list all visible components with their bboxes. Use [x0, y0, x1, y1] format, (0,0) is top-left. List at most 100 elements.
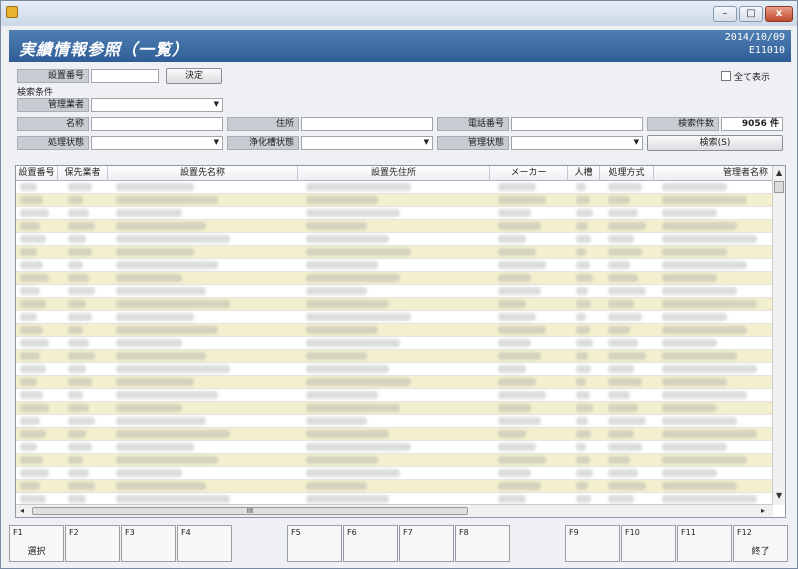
table-row[interactable] — [16, 428, 773, 441]
table-cell — [576, 326, 590, 334]
table-cell — [20, 391, 43, 399]
search-button[interactable]: 検索(S) — [647, 135, 783, 151]
table-row[interactable] — [16, 272, 773, 285]
col-header[interactable]: メーカー — [490, 166, 568, 181]
table-row[interactable] — [16, 311, 773, 324]
table-cell — [20, 378, 37, 386]
fkey-f10[interactable]: F10 — [621, 525, 676, 562]
table-cell — [306, 222, 367, 230]
maximize-button[interactable]: □ — [739, 6, 763, 22]
table-cell — [498, 404, 531, 412]
table-cell — [116, 287, 206, 295]
fkey-f3[interactable]: F3 — [121, 525, 176, 562]
table-cell — [608, 404, 638, 412]
fkey-f9[interactable]: F9 — [565, 525, 620, 562]
table-cell — [662, 287, 737, 295]
phone-input[interactable] — [511, 117, 643, 131]
horizontal-scroll-thumb[interactable]: III — [32, 507, 468, 515]
fkey-f12[interactable]: F12 終了 — [733, 525, 788, 562]
table-row[interactable] — [16, 467, 773, 480]
table-row[interactable] — [16, 233, 773, 246]
table-row[interactable] — [16, 454, 773, 467]
table-cell — [662, 261, 747, 269]
table-row[interactable] — [16, 337, 773, 350]
table-cell — [608, 417, 646, 425]
col-header[interactable]: 人槽 — [568, 166, 600, 181]
col-header[interactable]: 処理方式 — [600, 166, 654, 181]
table-cell — [68, 469, 89, 477]
table-cell — [20, 313, 37, 321]
fkey-f4[interactable]: F4 — [177, 525, 232, 562]
table-row[interactable] — [16, 246, 773, 259]
fkey-label: 終了 — [751, 547, 770, 557]
table-row[interactable] — [16, 350, 773, 363]
shori-select[interactable] — [91, 136, 223, 150]
scroll-down-icon[interactable]: ▼ — [776, 491, 782, 500]
scroll-right-icon[interactable]: ▸ — [761, 506, 765, 515]
table-cell — [576, 287, 588, 295]
setchi-input[interactable] — [91, 69, 159, 83]
kanri-select[interactable] — [91, 98, 223, 112]
table-cell — [662, 482, 737, 490]
table-row[interactable] — [16, 285, 773, 298]
table-cell — [306, 378, 411, 386]
fkey-f7[interactable]: F7 — [399, 525, 454, 562]
table-cell — [68, 261, 83, 269]
table-row[interactable] — [16, 324, 773, 337]
fkey-f5[interactable]: F5 — [287, 525, 342, 562]
table-cell — [306, 300, 389, 308]
table-cell — [68, 274, 89, 282]
table-cell — [498, 274, 531, 282]
table-row[interactable] — [16, 389, 773, 402]
close-button[interactable]: x — [765, 6, 793, 22]
table-row[interactable] — [16, 415, 773, 428]
fkey-f1[interactable]: F1 選択 — [9, 525, 64, 562]
fkey-f11[interactable]: F11 — [677, 525, 732, 562]
table-row[interactable] — [16, 259, 773, 272]
table-row[interactable] — [16, 480, 773, 493]
kanri-state-select[interactable] — [511, 136, 643, 150]
decide-button[interactable]: 決定 — [166, 68, 222, 84]
table-cell — [662, 300, 757, 308]
table-row[interactable] — [16, 181, 773, 194]
jouka-select[interactable] — [301, 136, 433, 150]
fkey-f6[interactable]: F6 — [343, 525, 398, 562]
table-cell — [68, 222, 95, 230]
vertical-scrollbar[interactable]: ▲ ▼ — [772, 166, 785, 505]
table-cell — [498, 352, 541, 360]
table-cell — [116, 209, 182, 217]
table-row[interactable] — [16, 363, 773, 376]
table-row[interactable] — [16, 220, 773, 233]
table-cell — [662, 443, 727, 451]
table-cell — [116, 469, 182, 477]
table-row[interactable] — [16, 402, 773, 415]
col-header[interactable]: 設置番号 — [16, 166, 58, 181]
address-input[interactable] — [301, 117, 433, 131]
show-all-checkbox[interactable] — [721, 71, 731, 81]
table-row[interactable] — [16, 298, 773, 311]
col-header[interactable]: 管理者名称 — [654, 166, 773, 181]
col-header[interactable]: 保先業者 — [58, 166, 108, 181]
minimize-button[interactable]: – — [713, 6, 737, 22]
table-row[interactable] — [16, 194, 773, 207]
table-cell — [608, 482, 646, 490]
table-row[interactable] — [16, 376, 773, 389]
scroll-left-icon[interactable]: ◂ — [20, 506, 24, 515]
phone-label: 電話番号 — [437, 117, 509, 131]
name-input[interactable] — [91, 117, 223, 131]
fkey-f2[interactable]: F2 — [65, 525, 120, 562]
header-banner: 実績情報参照（一覧） 2014/10/09 E11010 — [9, 30, 791, 62]
table-row[interactable] — [16, 207, 773, 220]
table-row[interactable] — [16, 441, 773, 454]
vertical-scroll-thumb[interactable] — [774, 181, 784, 193]
table-cell — [306, 391, 378, 399]
col-header[interactable]: 設置先住所 — [298, 166, 490, 181]
fkey-f8[interactable]: F8 — [455, 525, 510, 562]
scroll-up-icon[interactable]: ▲ — [776, 168, 782, 177]
fkey-number: F8 — [459, 528, 469, 537]
table-cell — [306, 469, 400, 477]
col-header[interactable]: 設置先名称 — [108, 166, 298, 181]
table-cell — [68, 352, 95, 360]
horizontal-scrollbar[interactable]: ◂ III ▸ — [16, 504, 773, 517]
results-grid[interactable]: 設置番号 保先業者 設置先名称 設置先住所 メーカー 人槽 処理方式 管理者名称… — [15, 165, 786, 518]
